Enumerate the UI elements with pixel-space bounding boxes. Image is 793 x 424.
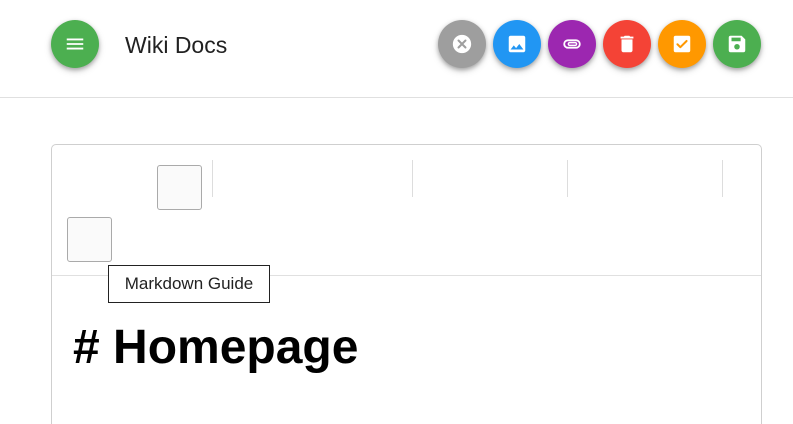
app-header: Wiki Docs <box>0 0 793 98</box>
attach-file-button[interactable] <box>548 20 596 68</box>
image-icon <box>508 35 526 53</box>
close-button[interactable] <box>438 20 486 68</box>
app-title: Wiki Docs <box>125 32 228 58</box>
checkbox-icon <box>673 35 691 53</box>
app: Wiki Docs Markdown Guide # Homepage <box>0 0 793 424</box>
toolbar-separator <box>412 160 413 197</box>
delete-button[interactable] <box>603 20 651 68</box>
toolbar-separator <box>567 160 568 197</box>
save-button[interactable] <box>713 20 761 68</box>
editor-content-heading[interactable]: # Homepage <box>73 318 358 378</box>
menu-button[interactable] <box>51 20 99 68</box>
markdown-guide-button[interactable] <box>67 217 112 262</box>
paperclip-icon <box>563 39 581 49</box>
toolbar-button[interactable] <box>157 165 202 210</box>
editor-toolbar <box>52 145 761 276</box>
save-icon <box>728 35 746 53</box>
close-circle-icon <box>452 34 472 54</box>
checkbox-button[interactable] <box>658 20 706 68</box>
trash-icon <box>620 35 634 53</box>
toolbar-separator <box>722 160 723 197</box>
markdown-guide-tooltip: Markdown Guide <box>108 265 270 303</box>
toolbar-separator <box>212 160 213 197</box>
insert-image-button[interactable] <box>493 20 541 68</box>
menu-icon <box>66 38 84 50</box>
